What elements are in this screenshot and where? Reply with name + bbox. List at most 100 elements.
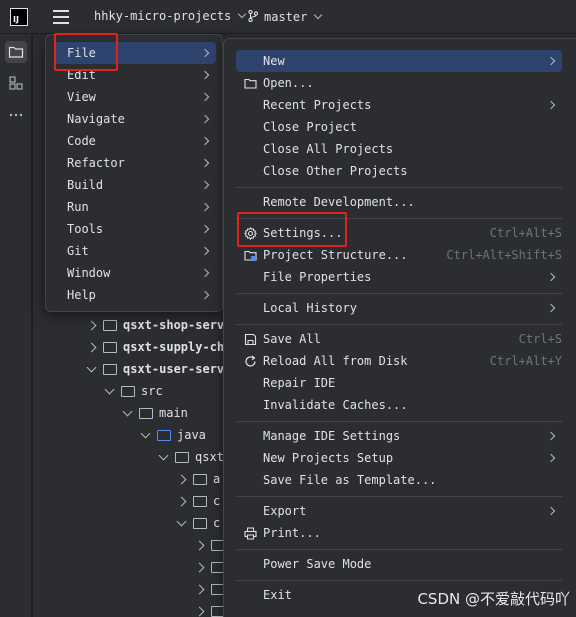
expand-arrow-icon[interactable]	[176, 496, 187, 506]
module-folder-icon	[103, 341, 117, 353]
project-structure-icon	[244, 250, 257, 261]
project-selector[interactable]: hhky-micro-projects	[94, 9, 247, 23]
menu-navigate[interactable]: Navigate	[54, 108, 216, 130]
expand-arrow-icon[interactable]	[194, 606, 205, 616]
tree-row[interactable]: src	[104, 380, 163, 402]
folder-icon	[139, 407, 153, 419]
title-bar: IJ hhky-micro-projects master	[0, 0, 576, 34]
chevron-right-icon	[546, 431, 556, 441]
intellij-logo-icon[interactable]: IJ	[10, 8, 28, 26]
menu-power-save-mode[interactable]: Power Save Mode	[236, 553, 562, 575]
tree-row-label: main	[159, 406, 188, 420]
menu-remote-development[interactable]: Remote Development...	[236, 191, 562, 213]
main-menu: File Edit View Navigate Code Refactor Bu…	[45, 34, 223, 312]
menu-git[interactable]: Git	[54, 240, 216, 262]
chevron-right-icon	[200, 268, 210, 278]
chevron-right-icon	[200, 180, 210, 190]
collapse-arrow-icon[interactable]	[140, 428, 151, 438]
menu-manage-ide-settings[interactable]: Manage IDE Settings	[236, 425, 562, 447]
menu-refactor[interactable]: Refactor	[54, 152, 216, 174]
module-folder-icon	[103, 319, 117, 331]
file-highlight-box	[54, 33, 118, 71]
expand-arrow-icon[interactable]	[194, 584, 205, 594]
main-menu-hamburger-icon[interactable]	[53, 10, 69, 24]
menu-separator	[236, 496, 562, 497]
menu-view[interactable]: View	[54, 86, 216, 108]
tree-row[interactable]: a	[176, 468, 220, 490]
tree-row[interactable]: main	[122, 402, 188, 424]
git-branch-icon	[248, 10, 258, 22]
menu-run[interactable]: Run	[54, 196, 216, 218]
branch-name: master	[264, 10, 308, 24]
menu-repair-ide[interactable]: Repair IDE	[236, 372, 562, 394]
expand-arrow-icon[interactable]	[176, 474, 187, 484]
branch-selector[interactable]: master	[248, 9, 323, 24]
refresh-icon	[245, 355, 256, 367]
tree-row-label: c	[213, 494, 221, 508]
expand-arrow-icon[interactable]	[194, 562, 205, 572]
tree-row[interactable]: c	[176, 512, 221, 534]
shortcut-label: Ctrl+Alt+Shift+S	[446, 248, 562, 262]
menu-local-history[interactable]: Local History	[236, 297, 562, 319]
project-name: hhky-micro-projects	[94, 9, 232, 23]
menu-help[interactable]: Help	[54, 284, 216, 306]
structure-icon	[9, 76, 23, 90]
chevron-right-icon	[200, 246, 210, 256]
chevron-right-icon	[200, 136, 210, 146]
chevron-right-icon	[200, 114, 210, 124]
menu-save-file-as-template[interactable]: Save File as Template...	[236, 469, 562, 491]
tree-row[interactable]: qsxt-user-serv	[86, 358, 225, 380]
collapse-arrow-icon[interactable]	[176, 516, 187, 526]
menu-code[interactable]: Code	[54, 130, 216, 152]
chevron-right-icon	[200, 290, 210, 300]
menu-reload-all[interactable]: Reload All from Disk Ctrl+Alt+Y	[236, 350, 562, 372]
collapse-arrow-icon[interactable]	[104, 384, 115, 394]
menu-recent-projects[interactable]: Recent Projects	[236, 94, 562, 116]
collapse-arrow-icon[interactable]	[86, 362, 97, 372]
tree-row[interactable]: java	[140, 424, 206, 446]
menu-export[interactable]: Export	[236, 500, 562, 522]
expand-arrow-icon[interactable]	[194, 540, 205, 550]
tree-row-label: qsxt-supply-ch	[123, 340, 225, 354]
tree-row-label: qsxt-user-serv	[123, 362, 225, 376]
menu-separator	[236, 293, 562, 294]
tree-row[interactable]: c	[176, 490, 221, 512]
menu-open[interactable]: Open...	[236, 72, 562, 94]
tree-row-label: c	[213, 516, 221, 530]
expand-arrow-icon[interactable]	[86, 342, 97, 352]
menu-new-projects-setup[interactable]: New Projects Setup	[236, 447, 562, 469]
menu-close-all-projects[interactable]: Close All Projects	[236, 138, 562, 160]
chevron-right-icon	[546, 506, 556, 516]
menu-window[interactable]: Window	[54, 262, 216, 284]
package-icon	[193, 473, 207, 485]
tree-row[interactable]: qsxt-shop-serv	[86, 314, 225, 336]
tree-row-label: qsxt-shop-serv	[123, 318, 225, 332]
tree-row[interactable]: qsxt-supply-ch	[86, 336, 225, 358]
source-folder-icon	[157, 429, 171, 441]
package-icon	[193, 517, 207, 529]
collapse-arrow-icon[interactable]	[158, 450, 169, 460]
menu-file-properties[interactable]: File Properties	[236, 266, 562, 288]
menu-build[interactable]: Build	[54, 174, 216, 196]
more-tools-button[interactable]	[5, 104, 27, 126]
menu-save-all[interactable]: Save All Ctrl+S	[236, 328, 562, 350]
menu-print[interactable]: Print...	[236, 522, 562, 544]
save-icon	[244, 333, 257, 346]
menu-separator	[236, 187, 562, 188]
menu-invalidate-caches[interactable]: Invalidate Caches...	[236, 394, 562, 416]
menu-close-project[interactable]: Close Project	[236, 116, 562, 138]
tree-row-label: src	[141, 384, 163, 398]
menu-new[interactable]: New	[236, 50, 562, 72]
collapse-arrow-icon[interactable]	[122, 406, 133, 416]
chevron-down-icon	[314, 10, 323, 20]
expand-arrow-icon[interactable]	[86, 320, 97, 330]
folder-icon	[244, 78, 257, 89]
menu-tools[interactable]: Tools	[54, 218, 216, 240]
menu-close-other-projects[interactable]: Close Other Projects	[236, 160, 562, 182]
chevron-right-icon	[546, 56, 556, 66]
structure-tool-button[interactable]	[5, 72, 27, 94]
project-tool-button[interactable]	[5, 41, 27, 63]
tree-row[interactable]: qsxt	[158, 446, 224, 468]
menu-project-structure[interactable]: Project Structure... Ctrl+Alt+Shift+S	[236, 244, 562, 266]
shortcut-label: Ctrl+Alt+S	[489, 226, 562, 240]
